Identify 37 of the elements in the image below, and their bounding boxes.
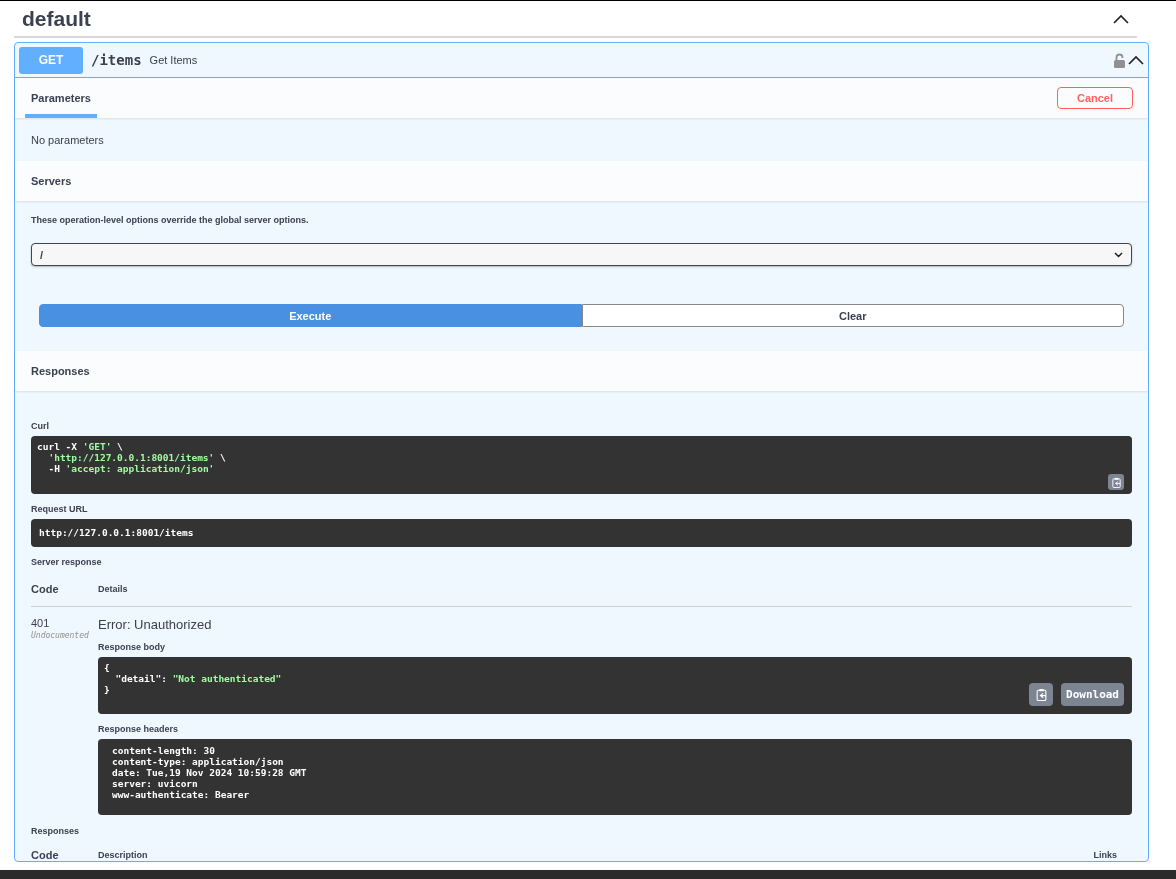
column-header: Code <box>31 583 60 595</box>
servers-description: These operation-level options override the global server options. <box>31 215 310 225</box>
section-title: default <box>22 6 91 31</box>
response-body-code-block: { "detail": "Not authenticated" } Download <box>98 657 1132 714</box>
undocumented-note: Undocumented <box>31 631 90 640</box>
column-header: Code <box>31 849 60 861</box>
copy-button[interactable] <box>1029 683 1053 706</box>
method-badge: GET <box>19 46 83 74</box>
response-body-label: Response body <box>98 642 166 652</box>
response-headers-label: Response headers <box>98 724 180 734</box>
no-parameters-text: No parameters <box>30 132 105 148</box>
column-header: Description <box>98 850 149 860</box>
servers-heading: Servers <box>30 175 72 187</box>
responses-label: Responses <box>31 826 81 836</box>
curl-label: Curl <box>31 421 50 431</box>
collapse-icon[interactable] <box>1113 13 1129 24</box>
copy-button[interactable] <box>1108 474 1124 490</box>
server-select[interactable]: / <box>31 243 1132 266</box>
request-url: http://127.0.0.1:8001/items <box>31 519 1132 547</box>
curl-code-block: curl -X 'GET' \ 'http://127.0.0.1:8001/items' \ -H 'accept: application/json' <box>31 436 1132 494</box>
endpoint-path: /items <box>91 52 142 68</box>
status-code: 401 <box>31 617 51 629</box>
endpoint-summary: Get Items <box>149 54 199 66</box>
parameters-tab[interactable]: Parameters <box>25 78 97 118</box>
responses-heading: Responses <box>30 365 90 377</box>
column-header: Links <box>1093 850 1117 860</box>
server-response-label: Server response <box>31 557 103 567</box>
clear-button[interactable]: Clear <box>581 304 1124 327</box>
collapse-icon[interactable] <box>1128 55 1144 65</box>
request-url-label: Request URL <box>31 504 89 514</box>
column-header: Details <box>98 584 128 594</box>
clipboard-icon <box>1034 688 1048 701</box>
dropdown-icon <box>1114 251 1123 258</box>
error-message: Error: Unauthorized <box>98 617 213 632</box>
clipboard-icon <box>1110 476 1122 488</box>
download-button[interactable]: Download <box>1061 683 1124 706</box>
response-headers-code-block: content-length: 30 content-type: application/json date: Tue,19 Nov 2024 10:59:28 GMT server: uvicorn www-authenticate: Bearer <box>98 739 1132 815</box>
